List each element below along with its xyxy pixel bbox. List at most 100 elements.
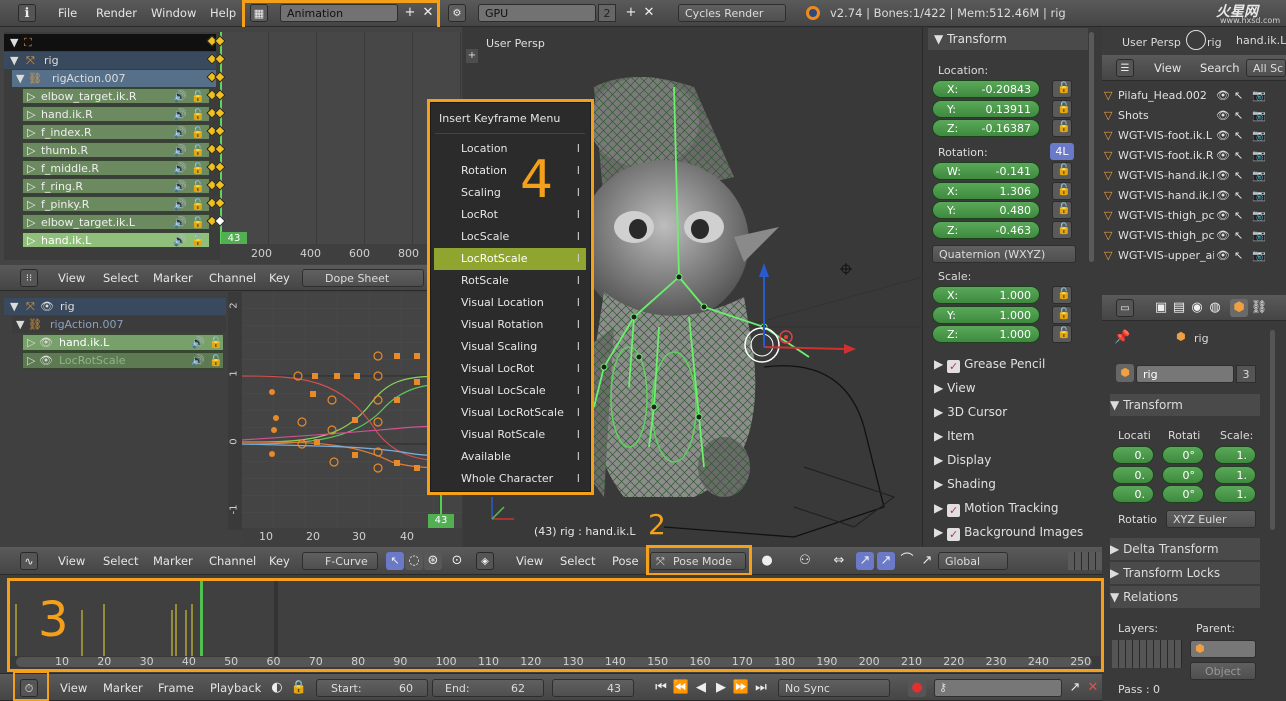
lock-toggle-icon[interactable]: 🔓 — [1052, 220, 1072, 239]
props-loc-field[interactable]: 0. — [1112, 485, 1154, 503]
select-arrow-icon[interactable]: ↖ — [1234, 106, 1243, 126]
props-rot-field[interactable]: 0° — [1162, 465, 1204, 484]
keyframe-menu-item[interactable]: Available I — [434, 446, 586, 468]
channel-row[interactable]: ▷ thumb.R 🔊 🔓 — [22, 142, 210, 158]
graph-menu-view[interactable]: View — [58, 548, 85, 574]
npanel-section[interactable]: ▶ ✓ Background Images — [934, 521, 1083, 543]
layer-grid[interactable] — [1068, 552, 1102, 570]
props-loc-field[interactable]: 0. — [1112, 446, 1154, 464]
object-name-field[interactable]: rig — [1136, 365, 1234, 383]
render-camera-icon[interactable]: 📷 — [1252, 106, 1266, 126]
mute-speaker-icon[interactable]: 🔊 — [191, 335, 205, 351]
dopesheet-menu-select[interactable]: Select — [103, 265, 138, 291]
mute-speaker-icon[interactable]: 🔊 — [173, 197, 187, 213]
channel-rig[interactable]: ▼ ⤧ rig — [4, 52, 216, 69]
editor-type-icon[interactable]: ⁝⁝ — [20, 269, 38, 287]
props-scrollbar[interactable] — [1270, 330, 1275, 530]
outliner-row[interactable]: ▽ WGT-VIS-upper_ai 👁 ↖ 📷 — [1104, 246, 1268, 266]
world-tab-icon[interactable]: ◍ — [1206, 299, 1224, 317]
timeline-menu-playback[interactable]: Playback — [210, 675, 261, 701]
graph-menu-select[interactable]: Select — [103, 548, 138, 574]
end-frame-field[interactable]: End: 62 — [432, 679, 544, 697]
visibility-eye-icon[interactable]: 👁 — [1216, 126, 1230, 146]
npanel-section[interactable]: ▶ Display — [934, 449, 991, 471]
graph-channel-group[interactable]: ▷ 👁 LocRotScale 🔊 🔓 — [22, 352, 224, 369]
transform-panel-header[interactable]: ▼ Transform — [928, 28, 1088, 50]
keyframe-menu-item[interactable]: Visual RotScale I — [434, 424, 586, 446]
expand-arrow-icon[interactable]: ▷ — [27, 197, 35, 213]
npanel-section[interactable]: ▶ ✓ Grease Pencil — [934, 353, 1045, 375]
expand-arrow-icon[interactable]: ▷ — [27, 143, 35, 159]
select-arrow-icon[interactable]: ↖ — [1234, 126, 1243, 146]
scale-field[interactable]: X: 1.000 — [932, 286, 1040, 304]
lock-toggle-icon[interactable]: 🔓 — [1052, 99, 1072, 118]
outliner-row[interactable]: ▽ Pilafu_Head.002 👁 ↖ 📷 — [1104, 86, 1268, 106]
render-camera-icon[interactable]: 📷 — [1252, 86, 1266, 106]
sync-mode-select[interactable]: No Sync — [778, 679, 890, 697]
scene-tab-icon[interactable]: ◉ — [1188, 299, 1206, 317]
layers-tab-icon[interactable]: ▤ — [1170, 299, 1188, 317]
keyframe-menu-item[interactable]: LocRot I — [434, 204, 586, 226]
mute-speaker-icon[interactable]: 🔊 — [173, 89, 187, 105]
location-field[interactable]: Y: 0.13911 — [932, 99, 1040, 118]
lock-icon[interactable]: 🔓 — [191, 161, 205, 177]
rotation-field[interactable]: W: -0.141 — [932, 162, 1040, 180]
translate-icon[interactable]: ↗ — [856, 552, 874, 570]
shading-sphere-icon[interactable]: ● — [758, 552, 776, 570]
rotation-field[interactable]: Y: 0.480 — [932, 201, 1040, 219]
scale-icon[interactable]: ⌒ — [898, 552, 916, 570]
menu-window[interactable]: Window — [151, 0, 196, 26]
lock-range-icon[interactable]: 🔒 — [290, 679, 308, 697]
render-camera-icon[interactable]: 📷 — [1252, 206, 1266, 226]
outliner-menu-search[interactable]: Search — [1200, 55, 1240, 81]
info-editor-icon[interactable]: ℹ — [18, 4, 36, 22]
collapse-arrow-icon[interactable]: ▼ — [10, 52, 18, 69]
close-scene-icon[interactable]: ✕ — [640, 4, 658, 22]
viewport-toolshelf-toggle[interactable]: + — [466, 49, 478, 63]
collapse-arrow-icon[interactable]: ▼ — [10, 298, 18, 315]
dopesheet-menu-view[interactable]: View — [58, 265, 85, 291]
graph-channel-action[interactable]: ▼ ⛓ rigAction.007 — [12, 316, 226, 333]
outliner-row[interactable]: ▽ WGT-VIS-thigh_pc 👁 ↖ 📷 — [1104, 206, 1268, 226]
scale-field[interactable]: Y: 1.000 — [932, 305, 1040, 324]
lock-toggle-icon[interactable]: 🔓 — [1052, 201, 1072, 219]
graph-channel-rig[interactable]: ▼ ⤧ 👁 rig — [4, 298, 226, 315]
lock-icon[interactable]: 🔓 — [191, 89, 205, 105]
keyframe-menu-item[interactable]: Visual LocScale I — [434, 380, 586, 402]
jump-next-key-icon[interactable]: ⏩ — [732, 679, 750, 697]
graph-menu-marker[interactable]: Marker — [153, 548, 193, 574]
keyframe-menu-item[interactable]: LocScale I — [434, 226, 586, 248]
channel-row[interactable]: ▷ f_ring.R 🔊 🔓 — [22, 178, 210, 194]
graph-menu-key[interactable]: Key — [269, 548, 290, 574]
location-field[interactable]: X: -0.20843 — [932, 80, 1040, 98]
channel-row[interactable]: ▷ hand.ik.L 🔊 🔓 — [22, 232, 210, 248]
outliner-menu-view[interactable]: View — [1154, 55, 1181, 81]
props-pass-index[interactable]: Pass : 0 — [1118, 683, 1160, 696]
mute-speaker-icon[interactable]: 🔊 — [173, 215, 187, 231]
render-tab-icon[interactable]: ▣ — [1152, 299, 1170, 317]
rotation-field[interactable]: Z: -0.463 — [932, 220, 1040, 239]
props-relations-header[interactable]: ▼ Relations — [1110, 586, 1260, 608]
play-icon[interactable]: ▶ — [712, 679, 730, 697]
lock-icon[interactable]: 🔓 — [209, 335, 223, 351]
collapse-arrow-icon[interactable]: ▼ — [10, 34, 18, 51]
lock-toggle-icon[interactable]: 🔓 — [1052, 286, 1072, 304]
select-arrow-icon[interactable]: ↖ — [1234, 226, 1243, 246]
dopesheet-menu-marker[interactable]: Marker — [153, 265, 193, 291]
select-arrow-icon[interactable]: ↖ — [1234, 86, 1243, 106]
timeline-menu-frame[interactable]: Frame — [158, 675, 194, 701]
channel-row[interactable]: ▷ f_index.R 🔊 🔓 — [22, 124, 210, 140]
expand-arrow-icon[interactable]: ▷ — [27, 233, 35, 249]
jump-prev-key-icon[interactable]: ⏪ — [672, 679, 690, 697]
expand-arrow-icon[interactable]: ▷ — [27, 335, 35, 351]
filter-icon[interactable]: ⊛ — [424, 552, 442, 570]
visibility-eye-icon[interactable]: 👁 — [40, 298, 54, 315]
graph-mode-select[interactable]: F-Curve — [302, 552, 378, 570]
location-field[interactable]: Z: -0.16387 — [932, 119, 1040, 137]
section-checkbox[interactable]: ✓ — [947, 528, 961, 541]
menu-file[interactable]: File — [58, 0, 77, 26]
render-camera-icon[interactable]: 📷 — [1252, 186, 1266, 206]
channel-row[interactable]: ▷ f_middle.R 🔊 🔓 — [22, 160, 210, 176]
mute-speaker-icon[interactable]: 🔊 — [173, 143, 187, 159]
props-parent-type-select[interactable]: Object — [1190, 662, 1256, 680]
